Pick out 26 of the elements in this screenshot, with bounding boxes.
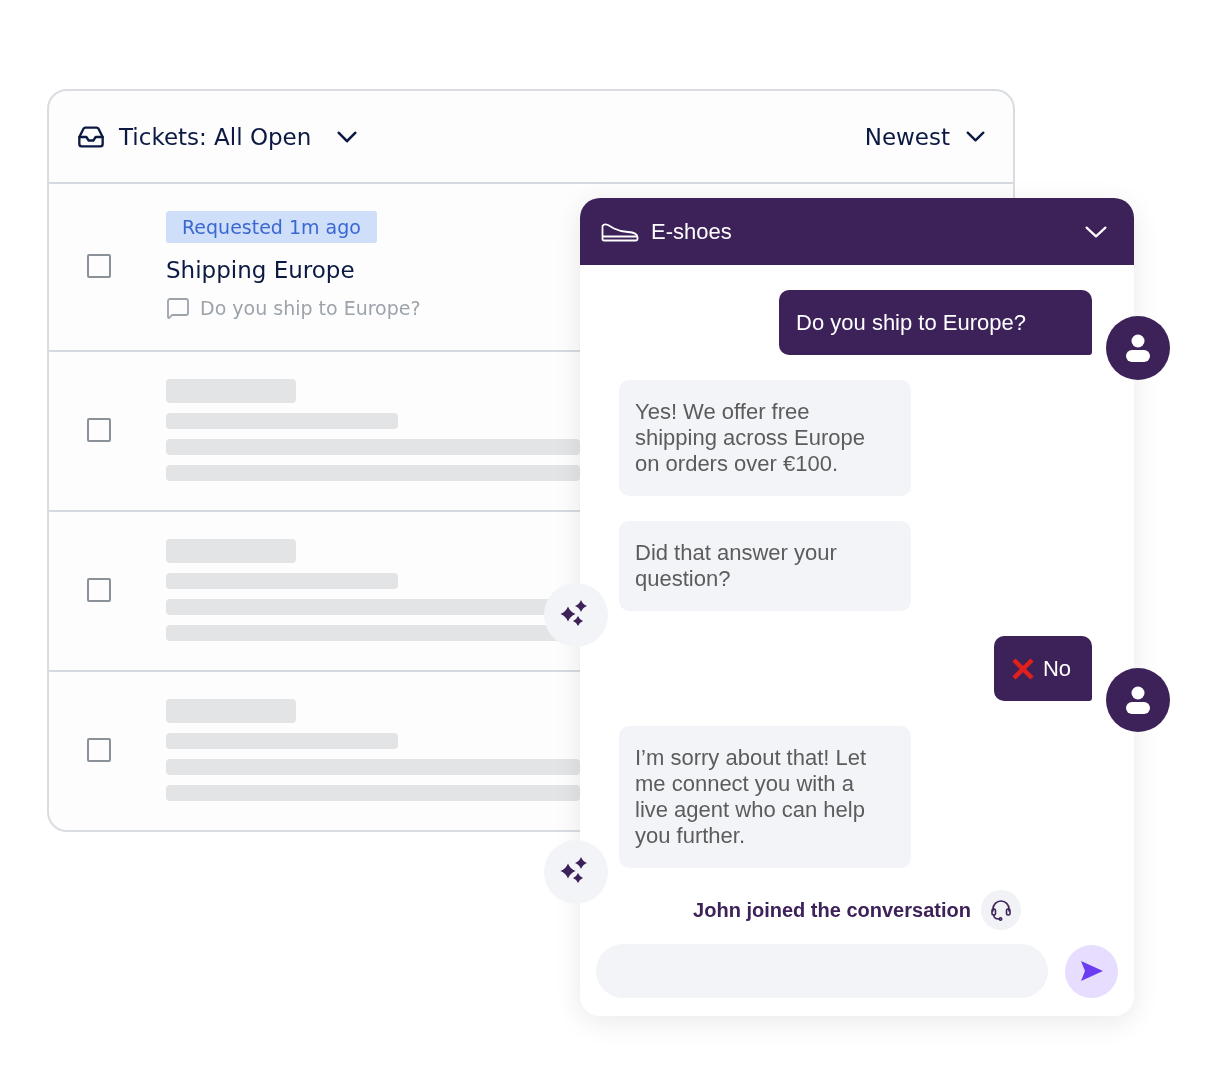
send-icon xyxy=(1080,961,1103,981)
checkbox[interactable] xyxy=(87,578,111,602)
message-text: Yes! We offer free shipping across Europe on orders over €100. xyxy=(635,399,866,477)
chat-title: E-shoes xyxy=(651,218,733,245)
checkbox[interactable] xyxy=(87,738,111,762)
headset-icon xyxy=(980,890,1021,930)
chevron-down-icon xyxy=(337,130,358,143)
status-badge: Requested 1m ago xyxy=(166,211,377,243)
checkbox[interactable] xyxy=(87,254,111,278)
checkbox[interactable] xyxy=(87,418,111,442)
chevron-down-icon xyxy=(966,131,985,142)
filter-dropdown[interactable]: Tickets: All Open xyxy=(77,122,358,151)
sort-dropdown[interactable]: Newest xyxy=(864,123,985,150)
shoe-icon xyxy=(601,221,639,242)
collapse-button[interactable] xyxy=(1085,225,1107,238)
message-text: Did that answer your question? xyxy=(635,540,838,592)
message-text: I’m sorry about that! Let me connect you with a live agent who can help you further. xyxy=(635,745,868,849)
system-message: John joined the conversation xyxy=(693,898,971,922)
message-text: Do you ship to Europe? xyxy=(796,309,1026,336)
ticket-preview: Do you ship to Europe? xyxy=(200,296,421,321)
ticket-title[interactable]: Shipping Europe xyxy=(166,255,355,285)
comment-icon xyxy=(166,296,190,320)
send-button[interactable] xyxy=(1065,944,1118,998)
chevron-down-icon xyxy=(1085,225,1107,238)
message-text: No xyxy=(1042,655,1071,682)
cross-icon xyxy=(1010,656,1035,681)
